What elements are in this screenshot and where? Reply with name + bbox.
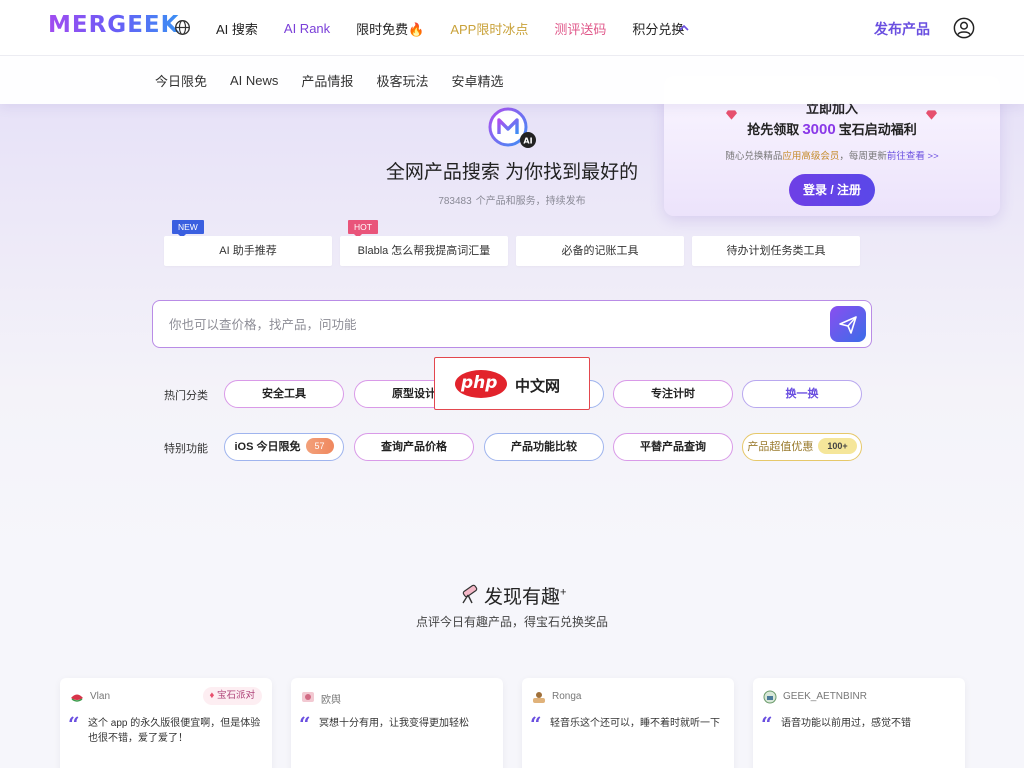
hero-subtitle: 783483 个产品和服务，持续发布 <box>438 196 586 207</box>
send-icon <box>839 316 857 334</box>
refresh-categories-button[interactable]: 换一换 <box>742 380 862 408</box>
product-count: 783483 <box>438 196 472 207</box>
review-text: 语音功能以前用过，感觉不错 <box>781 718 911 729</box>
discover-title: 发现有趣+ <box>484 586 567 608</box>
nav-item-points[interactable]: 积分兑换 <box>632 19 684 38</box>
subnav-product-intel[interactable]: 产品情报 <box>301 71 353 90</box>
avatar <box>763 690 777 704</box>
special-features-label: 特别功能 <box>164 443 208 455</box>
review-card[interactable]: Vlan ♦ 宝石派对 “ 这个 app 的永久版很便宜啊，但是体验也很不错，爱… <box>60 678 272 768</box>
hero-title: 全网产品搜索 为你找到最好的 <box>385 162 639 183</box>
suggestion-chip[interactable]: Blabla 怎么帮我提高词汇量 <box>340 236 508 266</box>
top-navbar: MERGEEK AI 搜索 AI Rank 限时免费🔥 APP限时冰点 测评送码… <box>0 0 1024 56</box>
nav-item-review-codes[interactable]: 测评送码 <box>554 19 606 38</box>
subnav-today-free[interactable]: 今日限免 <box>155 71 207 90</box>
login-register-button[interactable]: 登录 / 注册 <box>789 174 875 206</box>
suggestion-chip[interactable]: 待办计划任务类工具 <box>692 236 860 266</box>
hot-tag: HOT <box>348 220 378 238</box>
review-card[interactable]: Ronga “ 轻音乐这个还可以，睡不着时就听一下 <box>522 678 734 768</box>
publish-product-link[interactable]: 发布产品 <box>874 19 930 39</box>
php-cn-watermark: php 中文网 <box>434 357 590 410</box>
promo-title: 抢先领取 3000 宝石启动福利 <box>747 121 917 138</box>
category-pill[interactable]: 专注计时 <box>613 380 733 408</box>
review-text: 这个 app 的永久版很便宜啊，但是体验也很不错，爱了爱了！ <box>88 718 261 744</box>
main-nav: AI 搜索 AI Rank 限时免费🔥 APP限时冰点 测评送码 积分兑换 <box>216 0 710 56</box>
quote-icon: “ <box>761 712 773 736</box>
sub-navbar: 今日限免 AI News 产品情报 极客玩法 安卓精选 <box>0 56 1024 104</box>
suggestion-chip[interactable]: AI 助手推荐 <box>164 236 332 266</box>
promo-gem-amount: 3000 <box>802 121 836 138</box>
category-pill[interactable]: 安全工具 <box>224 380 344 408</box>
quote-icon: “ <box>68 712 80 736</box>
review-username: 欧舆 <box>321 695 341 706</box>
nav-item-ai-search[interactable]: AI 搜索 <box>216 19 258 38</box>
review-username: GEEK_AETNBINR <box>783 691 867 702</box>
count-badge: 100+ <box>818 438 857 454</box>
mergeek-ai-logo-icon: AI <box>488 107 536 148</box>
review-text: 轻音乐这个还可以，睡不着时就听一下 <box>550 718 720 729</box>
subnav-geek-play[interactable]: 极客玩法 <box>376 71 428 90</box>
subnav-ai-news[interactable]: AI News <box>230 73 278 88</box>
promo-subtitle: 随心兑换精品应用高级会员，每周更新前往查看 >> <box>725 151 939 162</box>
avatar <box>302 692 314 702</box>
review-card[interactable]: GEEK_AETNBINR “ 语音功能以前用过，感觉不错 <box>753 678 965 768</box>
suggestion-chip[interactable]: 必备的记账工具 <box>516 236 684 266</box>
nav-item-ai-rank[interactable]: AI Rank <box>284 21 330 36</box>
avatar <box>71 694 83 702</box>
count-badge: 57 <box>305 438 334 454</box>
nav-item-app-deals[interactable]: APP限时冰点 <box>450 19 528 38</box>
user-account-icon[interactable] <box>953 17 975 39</box>
quote-icon: “ <box>530 712 542 736</box>
review-text: 冥想十分有用，让我变得更加轻松 <box>319 718 469 729</box>
feature-ios-free[interactable]: iOS 今日限免 57 <box>224 433 344 461</box>
promo-view-link[interactable]: 前往查看 >> <box>887 151 939 162</box>
telescope-icon <box>462 584 478 604</box>
review-card[interactable]: 欧舆 “ 冥想十分有用，让我变得更加轻松 <box>291 678 503 768</box>
search-submit-button[interactable] <box>830 306 866 342</box>
feature-deals[interactable]: 产品超值优惠 100+ <box>742 433 862 461</box>
feature-compare[interactable]: 产品功能比较 <box>484 433 604 461</box>
new-tag: NEW <box>172 220 204 238</box>
feature-alternatives[interactable]: 平替产品查询 <box>613 433 733 461</box>
avatar <box>533 692 545 703</box>
search-input[interactable] <box>169 313 809 337</box>
gem-party-badge[interactable]: ♦ 宝石派对 <box>203 687 262 705</box>
subnav-android-picks[interactable]: 安卓精选 <box>451 71 503 90</box>
quote-icon: “ <box>299 712 311 736</box>
site-logo[interactable]: MERGEEK <box>48 12 179 38</box>
globe-icon[interactable] <box>174 19 191 36</box>
hot-categories-label: 热门分类 <box>164 390 208 402</box>
feature-price-query[interactable]: 查询产品价格 <box>354 433 474 461</box>
chevron-up-icon[interactable] <box>678 22 690 34</box>
review-username: Vlan <box>90 691 111 702</box>
discover-subtitle: 点评今日有趣产品，得宝石兑换奖品 <box>415 615 608 629</box>
nav-item-free[interactable]: 限时免费🔥 <box>356 19 424 38</box>
svg-text:AI: AI <box>523 137 532 146</box>
review-username: Ronga <box>552 691 582 702</box>
search-bar <box>152 300 872 348</box>
